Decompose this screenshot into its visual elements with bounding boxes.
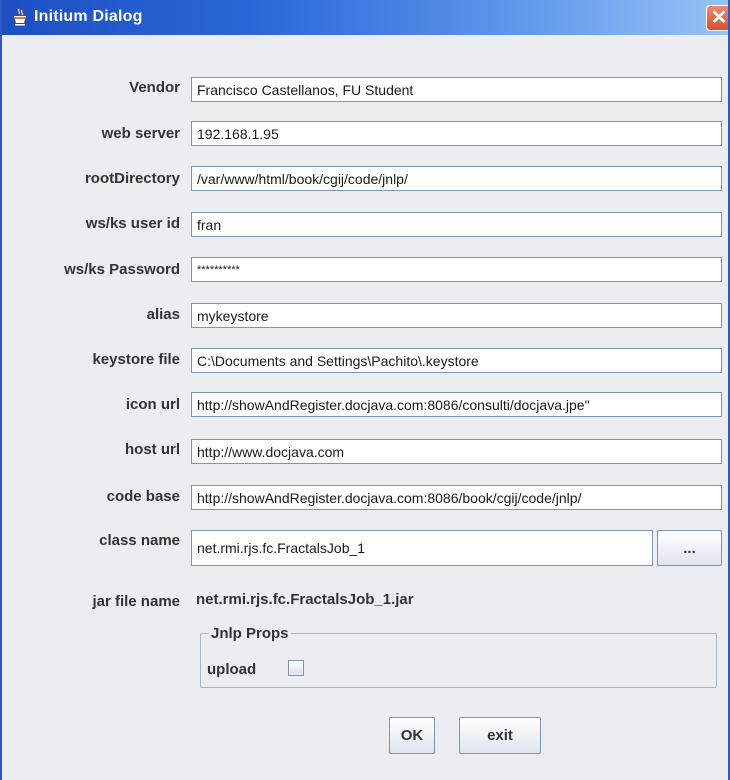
host-url-field[interactable]: [191, 439, 722, 464]
host-url-label: host url: [125, 441, 180, 458]
title-bar[interactable]: Initium Dialog ✕: [2, 0, 728, 35]
password-label: ws/ks Password: [64, 261, 180, 278]
web-server-field[interactable]: [191, 121, 722, 146]
jnlp-props-title: Jnlp Props: [209, 625, 291, 642]
vendor-label: Vendor: [129, 79, 180, 96]
alias-field[interactable]: [191, 303, 722, 328]
upload-checkbox[interactable]: [288, 660, 304, 676]
close-icon: ✕: [710, 7, 728, 29]
code-base-label: code base: [106, 488, 180, 505]
exit-button[interactable]: exit: [459, 717, 541, 754]
close-button[interactable]: ✕: [706, 5, 728, 31]
ok-button[interactable]: OK: [389, 717, 435, 754]
vendor-field[interactable]: [191, 77, 722, 102]
alias-label: alias: [146, 306, 180, 323]
keystore-file-label: keystore file: [92, 351, 180, 368]
jar-file-label: jar file name: [92, 593, 180, 610]
java-cup-icon: [14, 8, 26, 26]
upload-label: upload: [207, 661, 257, 678]
web-server-label: web server: [101, 125, 180, 142]
keystore-file-field[interactable]: [191, 348, 722, 373]
window-title: Initium Dialog: [34, 8, 143, 25]
password-field[interactable]: [191, 257, 722, 282]
dialog-window: Initium Dialog ✕ Vendor web server rootD…: [0, 0, 730, 780]
icon-url-field[interactable]: [191, 392, 722, 417]
root-directory-label: rootDirectory: [84, 170, 180, 187]
class-name-label: class name: [99, 532, 180, 549]
code-base-field[interactable]: [191, 485, 722, 510]
user-id-label: ws/ks user id: [85, 215, 180, 232]
class-name-field[interactable]: [191, 530, 653, 566]
icon-url-label: icon url: [125, 396, 180, 413]
jar-file-value: net.rmi.rjs.fc.FractalsJob_1.jar: [196, 591, 414, 608]
browse-button[interactable]: ...: [657, 530, 722, 566]
root-directory-field[interactable]: [191, 166, 722, 191]
user-id-field[interactable]: [191, 212, 722, 237]
